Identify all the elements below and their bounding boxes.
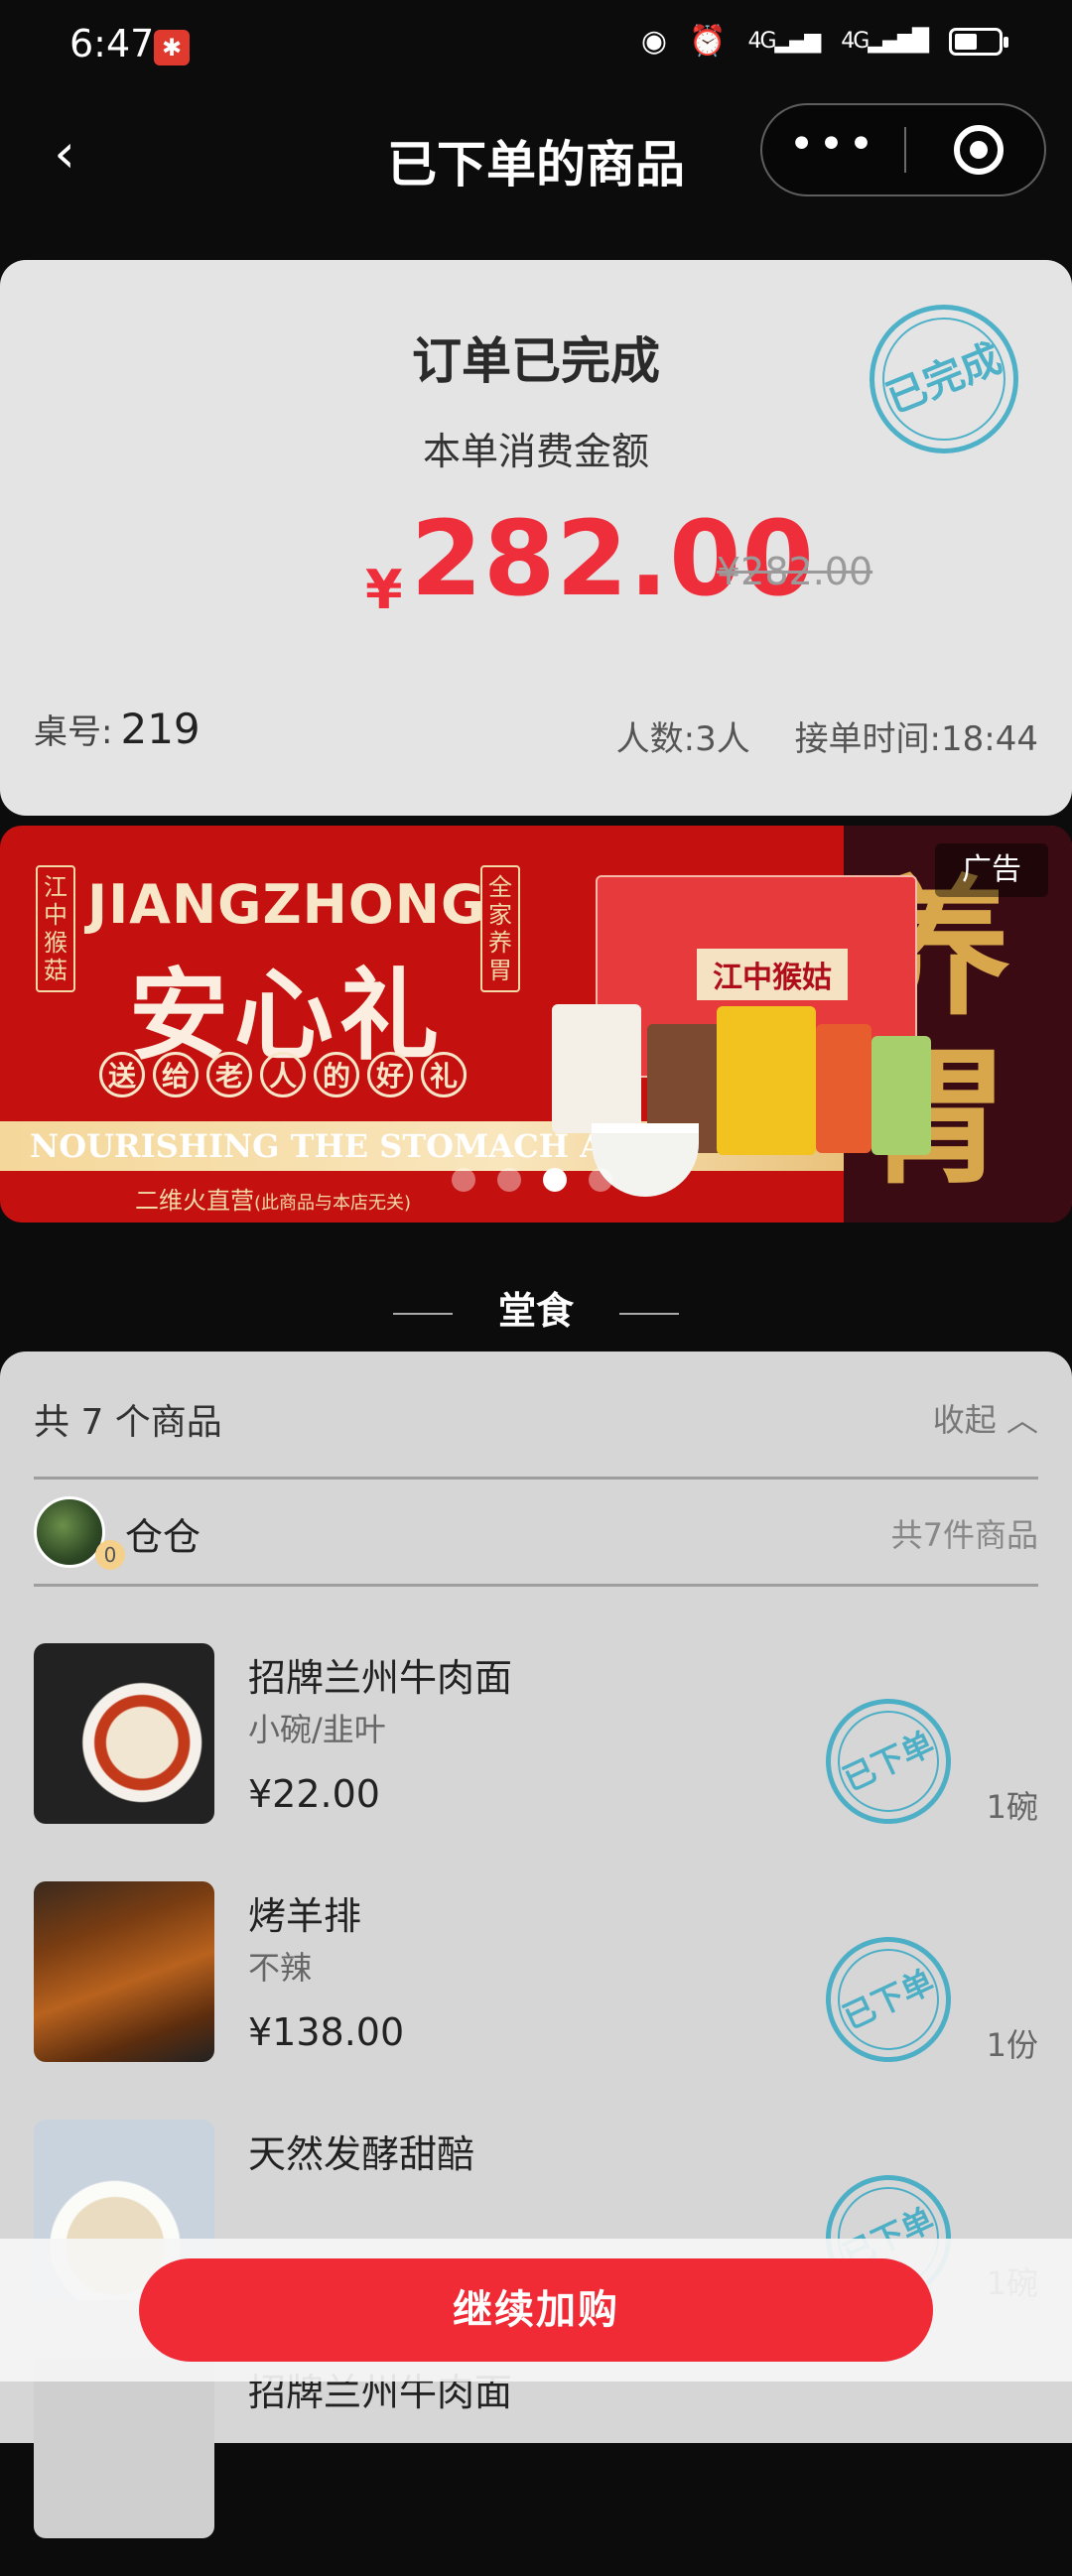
banner-footer-main: 二维火直营 (135, 1187, 254, 1215)
item-name: 烤羊排 (248, 1894, 362, 1938)
banner-footer-note: (此商品与本店无关) (254, 1193, 412, 1214)
item-quantity: 1碗 (986, 1788, 1038, 1826)
order-time: 接单时间:18:44 (794, 719, 1038, 759)
tagline-char: 好 (367, 1052, 413, 1097)
product-pack-image (871, 1036, 931, 1155)
original-amount: ¥282.00 (717, 550, 873, 593)
currency-symbol: ¥ (365, 559, 403, 621)
mini-program-capsule: ••• (760, 103, 1046, 196)
item-name: 招牌兰州牛肉面 (248, 1656, 513, 1700)
capsule-divider (904, 127, 906, 173)
carousel-dots (452, 1168, 612, 1192)
table-info: 桌号: 219 (34, 705, 201, 753)
item-spec: 不辣 (248, 1949, 313, 1987)
product-pack-image (816, 1024, 871, 1153)
divider (34, 1584, 1038, 1587)
item-price: ¥138.00 (248, 2010, 405, 2054)
continue-ordering-button[interactable]: 继续加购 (139, 2258, 933, 2362)
item-name: 天然发酵甜醅 (248, 2132, 475, 2176)
banner-right-tag: 全家养胃 (480, 865, 520, 992)
store-name: 仓仓 (125, 1515, 201, 1559)
divider (34, 1477, 1038, 1480)
store-badge: 0 (95, 1540, 125, 1570)
status-time: 6:47 (69, 22, 155, 65)
item-thumbnail (34, 1881, 214, 2062)
close-mini-program-button[interactable] (954, 125, 1004, 175)
table-label: 桌号: (34, 712, 113, 752)
alarm-icon: ⏰ (689, 24, 727, 59)
amount-label: 本单消费金额 (422, 430, 649, 473)
eye-icon: ◉ (640, 24, 668, 59)
store-item-count: 共7件商品 (890, 1516, 1038, 1554)
item-thumbnail (34, 2358, 214, 2538)
ordered-stamp: 已下单 (805, 1916, 972, 2083)
item-price: ¥22.00 (248, 1772, 380, 1816)
tagline-char: 送 (99, 1052, 145, 1097)
banner-left-tag: 江中猴菇 (36, 865, 75, 992)
item-quantity: 1份 (986, 2026, 1038, 2064)
signal-icon-2: 4G▂▄▆█ (841, 29, 929, 54)
banner-tagline: 送 给 老 人 的 好 礼 (99, 1052, 467, 1097)
tagline-char: 老 (206, 1052, 252, 1097)
brand-english: JIANGZHONG (87, 873, 486, 936)
item-thumbnail (34, 1643, 214, 1824)
carousel-dot[interactable] (497, 1168, 521, 1192)
section-label: 堂食 (497, 1289, 574, 1333)
tagline-char: 礼 (421, 1052, 467, 1097)
ad-banner[interactable]: 养胃 广告 江中猴菇 全家养胃 JIANGZHONG 安心礼 送 给 老 人 的… (0, 826, 1072, 1223)
list-item[interactable]: 招牌兰州牛肉面 (0, 2358, 1072, 2576)
status-bar: 6:47 ✱ ◉ ⏰ 4G▂▄▆ 4G▂▄▆█ (0, 0, 1072, 95)
bottom-bar: 继续加购 (0, 2239, 1072, 2382)
chevron-up-icon: ︿ (1005, 1401, 1038, 1439)
product-pack-image (552, 1004, 641, 1133)
order-meta: 人数:3人 接单时间:18:44 (583, 711, 1038, 760)
app-notification-icon: ✱ (154, 30, 190, 65)
banner-footer: 二维火直营(此商品与本店无关) (135, 1181, 411, 1216)
ad-badge: 广告 (935, 843, 1048, 897)
people-count: 人数:3人 (615, 719, 750, 759)
order-summary-card: 订单已完成 已完成 本单消费金额 ¥282.00 ¥282.00 桌号: 219 … (0, 260, 1072, 816)
tagline-char: 的 (314, 1052, 359, 1097)
item-spec: 小碗/韭叶 (248, 1711, 386, 1748)
carousel-dot[interactable] (452, 1168, 475, 1192)
carousel-dot-active[interactable] (543, 1168, 567, 1192)
collapse-label: 收起 (932, 1401, 997, 1439)
product-pack-image (717, 1006, 816, 1155)
carousel-dot[interactable] (589, 1168, 612, 1192)
status-icons: ◉ ⏰ 4G▂▄▆ 4G▂▄▆█ (640, 24, 1008, 59)
table-number: 219 (120, 705, 201, 753)
tagline-char: 给 (153, 1052, 199, 1097)
list-item[interactable]: 烤羊排 不辣 ¥138.00 已下单 1份 (0, 1881, 1072, 2100)
list-item[interactable]: 招牌兰州牛肉面 小碗/韭叶 ¥22.00 已下单 1碗 (0, 1643, 1072, 1862)
nav-bar: ‹ 已下单的商品 ••• (0, 99, 1072, 208)
signal-icon: 4G▂▄▆ (747, 29, 821, 54)
section-title: 堂食 (0, 1280, 1072, 1335)
ordered-stamp: 已下单 (805, 1678, 972, 1845)
gift-box-label: 江中猴姑 (697, 949, 848, 1000)
items-count: 共 7 个商品 (34, 1402, 222, 1443)
more-menu-button[interactable]: ••• (762, 105, 904, 194)
battery-icon (949, 27, 1008, 56)
tagline-char: 人 (260, 1052, 306, 1097)
collapse-button[interactable]: 收起 ︿ (933, 1395, 1038, 1441)
